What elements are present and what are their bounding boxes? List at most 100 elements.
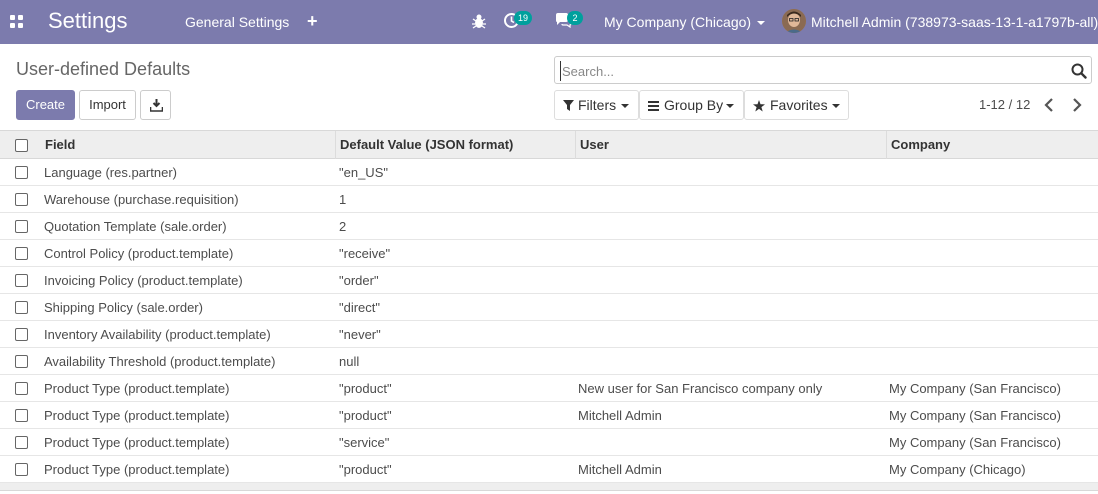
activity-count-badge: 19 [514,11,533,25]
filters-label: Filters [578,97,617,113]
cell-user: Mitchell Admin [578,462,662,477]
column-header-user[interactable]: User [575,131,886,159]
cell-field: Quotation Template (sale.order) [44,219,227,234]
star-icon [753,100,765,112]
table-row[interactable]: Inventory Availability (product.template… [0,321,1098,348]
row-checkbox[interactable] [15,436,28,449]
cell-default-value: "direct" [339,300,381,315]
row-checkbox[interactable] [15,328,28,341]
company-switcher[interactable]: My Company (Chicago) [604,13,766,31]
cell-field: Shipping Policy (sale.order) [44,300,203,315]
table-row[interactable]: Product Type (product.template) "service"… [0,429,1098,456]
chevron-down-icon [832,104,840,108]
favorites-dropdown-button[interactable]: Favorites [744,90,849,120]
chevron-down-icon [726,104,734,108]
cell-default-value: "product" [339,381,392,396]
row-checkbox[interactable] [15,463,28,476]
export-download-button[interactable] [140,90,171,120]
row-checkbox[interactable] [15,193,28,206]
table-row[interactable]: Warehouse (purchase.requisition) 1 [0,186,1098,213]
pager-previous-icon[interactable] [1043,97,1055,113]
cell-default-value: "order" [339,273,379,288]
row-checkbox[interactable] [15,274,28,287]
pager-next-icon[interactable] [1071,97,1083,113]
messages-count-badge: 2 [567,11,583,25]
table-footer [0,483,1098,491]
import-button[interactable]: Import [79,90,136,120]
row-checkbox[interactable] [15,166,28,179]
table-row[interactable]: Availability Threshold (product.template… [0,348,1098,375]
table-row[interactable]: Product Type (product.template) "product"… [0,375,1098,402]
cell-default-value: null [339,354,360,369]
breadcrumb-title: User-defined Defaults [16,59,191,79]
chevron-down-icon [621,104,629,108]
apps-menu-icon[interactable] [10,15,23,28]
row-checkbox[interactable] [15,409,28,422]
row-checkbox[interactable] [15,301,28,314]
download-icon [150,99,163,112]
cell-field: Availability Threshold (product.template… [44,354,276,369]
cell-default-value: "en_US" [339,165,388,180]
cell-field: Product Type (product.template) [44,381,230,396]
column-header-company[interactable]: Company [886,131,1098,159]
cell-default-value: 2 [339,219,347,234]
cell-field: Inventory Availability (product.template… [44,327,271,342]
top-navbar: Settings General Settings + 19 2 My Comp… [0,0,1098,44]
favorites-label: Favorites [770,97,828,113]
cell-field: Control Policy (product.template) [44,246,234,261]
user-menu[interactable]: Mitchell Admin (738973-saas-13-1-a1797b-… [811,13,1098,31]
cell-default-value: 1 [339,192,347,207]
cell-default-value: "never" [339,327,381,342]
select-all-checkbox[interactable] [15,139,28,152]
row-checkbox[interactable] [15,382,28,395]
table-row[interactable]: Control Policy (product.template) "receiv… [0,240,1098,267]
cell-field: Language (res.partner) [44,165,177,180]
column-header-default-value[interactable]: Default Value (JSON format) [335,131,575,159]
menu-general-settings[interactable]: General Settings [185,13,289,31]
table-row[interactable]: Quotation Template (sale.order) 2 [0,213,1098,240]
user-avatar[interactable] [782,9,806,33]
table-row[interactable]: Language (res.partner) "en_US" [0,159,1098,186]
group-bars-icon [648,101,659,111]
table-row[interactable]: Product Type (product.template) "product"… [0,456,1098,483]
defaults-list-table: Field Default Value (JSON format) User C… [0,130,1098,491]
table-row[interactable]: Product Type (product.template) "product"… [0,402,1098,429]
pager-value[interactable]: 1-12 / 12 [979,97,1030,113]
cell-field: Warehouse (purchase.requisition) [44,192,239,207]
cell-company: My Company (Chicago) [889,462,1026,477]
app-title[interactable]: Settings [48,8,128,34]
groupby-label: Group By [664,97,724,113]
cell-field: Product Type (product.template) [44,408,230,423]
filter-funnel-icon [563,100,574,111]
groupby-dropdown-button[interactable]: Group By [639,90,744,120]
row-checkbox[interactable] [15,247,28,260]
user-menu-label: Mitchell Admin (738973-saas-13-1-a1797b-… [811,14,1098,30]
create-button[interactable]: Create [16,90,75,120]
cell-default-value: "receive" [339,246,391,261]
cell-default-value: "product" [339,462,392,477]
cell-field: Product Type (product.template) [44,435,230,450]
cell-company: My Company (San Francisco) [889,435,1061,450]
row-checkbox[interactable] [15,220,28,233]
cell-field: Product Type (product.template) [44,462,230,477]
filters-dropdown-button[interactable]: Filters [554,90,639,120]
cell-company: My Company (San Francisco) [889,408,1061,423]
cell-user: Mitchell Admin [578,408,662,423]
search-icon[interactable] [1071,63,1087,79]
column-header-field[interactable]: Field [41,131,335,159]
cell-company: My Company (San Francisco) [889,381,1061,396]
menu-more-plus-icon[interactable]: + [307,11,318,31]
company-switcher-label: My Company (Chicago) [604,14,752,30]
row-checkbox[interactable] [15,355,28,368]
table-row[interactable]: Invoicing Policy (product.template) "orde… [0,267,1098,294]
chevron-down-icon [757,21,766,26]
cell-default-value: "product" [339,408,392,423]
table-body: Language (res.partner) "en_US" Warehouse (… [0,159,1098,483]
cell-user: New user for San Francisco company only [578,381,823,396]
table-row[interactable]: Shipping Policy (sale.order) "direct" [0,294,1098,321]
search-bar [554,56,1092,84]
debug-bug-icon[interactable] [472,13,486,29]
avatar-portrait-icon [782,9,806,33]
cell-field: Invoicing Policy (product.template) [44,273,243,288]
search-input[interactable] [560,61,1050,81]
